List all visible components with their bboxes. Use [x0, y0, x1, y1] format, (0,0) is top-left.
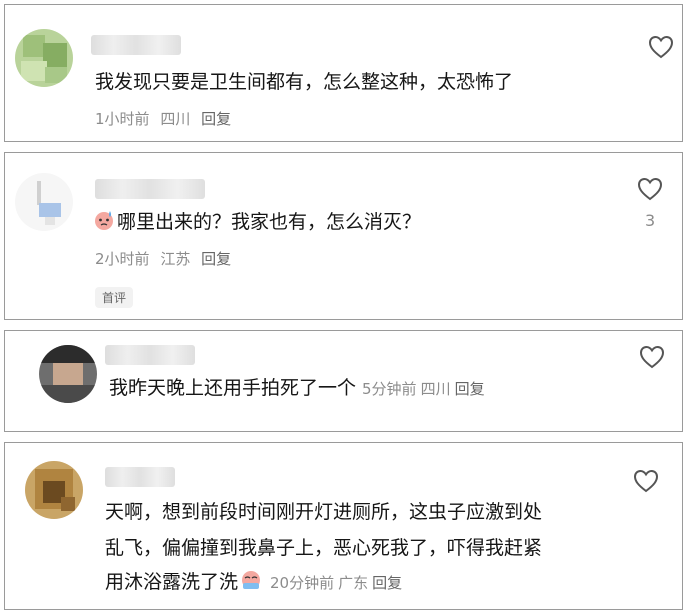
avatar[interactable] — [39, 345, 97, 403]
username-blurred[interactable] — [105, 345, 195, 365]
comment-text-line-3: 用沐浴露洗了洗 20分钟前 广东 回复 — [105, 565, 406, 600]
comment-text-line-1: 天啊，想到前段时间刚开灯进厕所，这虫子应激到处 — [105, 501, 543, 523]
comment-time: 2小时前 — [95, 250, 150, 268]
username-blurred[interactable] — [91, 35, 181, 55]
comment-meta: 5分钟前 四川 回复 — [362, 380, 489, 398]
comment-card-3: 我昨天晚上还用手拍死了一个 5分钟前 四川 回复 — [4, 330, 683, 432]
like-count: 3 — [645, 211, 656, 230]
username-blurred[interactable] — [95, 179, 205, 199]
username-blurred[interactable] — [105, 467, 175, 487]
comment-time: 20分钟前 — [270, 574, 335, 592]
avatar[interactable] — [15, 173, 73, 231]
comment-meta: 1小时前 四川 回复 — [95, 108, 237, 129]
heart-outline-icon — [633, 469, 659, 493]
like-button[interactable] — [639, 345, 665, 369]
comment-meta: 2小时前 江苏 回复 — [95, 248, 237, 269]
comment-text-row: 我昨天晚上还用手拍死了一个 5分钟前 四川 回复 — [109, 371, 489, 406]
avatar[interactable] — [15, 29, 73, 87]
heart-outline-icon — [648, 35, 674, 59]
reply-button[interactable]: 回复 — [201, 110, 231, 128]
comment-text-row: 哪里出来的？我家也有，怎么消灭？ — [93, 205, 421, 239]
comment-text: 哪里出来的？我家也有，怎么消灭？ — [117, 211, 422, 233]
like-button[interactable] — [648, 35, 674, 59]
reply-button[interactable]: 回复 — [455, 380, 485, 398]
comment-location: 四川 — [160, 110, 191, 128]
heart-outline-icon — [637, 177, 663, 201]
heart-outline-icon — [639, 345, 665, 369]
comment-text: 我昨天晚上还用手拍死了一个 — [109, 377, 357, 399]
comment-meta: 20分钟前 广东 回复 — [270, 574, 406, 592]
comment-text: 用沐浴露洗了洗 — [105, 571, 239, 593]
comment-location: 四川 — [420, 380, 451, 398]
avatar[interactable] — [25, 461, 83, 519]
comment-location: 广东 — [338, 574, 369, 592]
reply-button[interactable]: 回复 — [372, 574, 402, 592]
comment-text: 我发现只要是卫生间都有，怎么整这种，太恐怖了 — [95, 71, 514, 93]
comment-time: 1小时前 — [95, 110, 150, 128]
comment-time: 5分钟前 — [362, 380, 417, 398]
comment-card-2: 3 哪里出来的？我家也有，怎么消灭？ 2小时前 江苏 回复 首评 — [4, 152, 683, 320]
first-comment-badge: 首评 — [95, 287, 134, 308]
like-button[interactable] — [637, 177, 663, 201]
like-button[interactable] — [633, 469, 659, 493]
comment-card-4: 天啊，想到前段时间刚开灯进厕所，这虫子应激到处 乱飞，偏偏撞到我鼻子上，恶心死我… — [4, 442, 683, 610]
comment-text-line-2: 乱飞，偏偏撞到我鼻子上，恶心死我了，吓得我赶紧 — [105, 537, 543, 559]
comment-location: 江苏 — [160, 250, 191, 268]
sweat-face-emoji-icon — [95, 211, 113, 230]
comment-card-1: 我发现只要是卫生间都有，怎么整这种，太恐怖了 1小时前 四川 回复 — [4, 4, 683, 142]
crying-face-emoji-icon — [242, 571, 261, 589]
reply-button[interactable]: 回复 — [201, 250, 231, 268]
